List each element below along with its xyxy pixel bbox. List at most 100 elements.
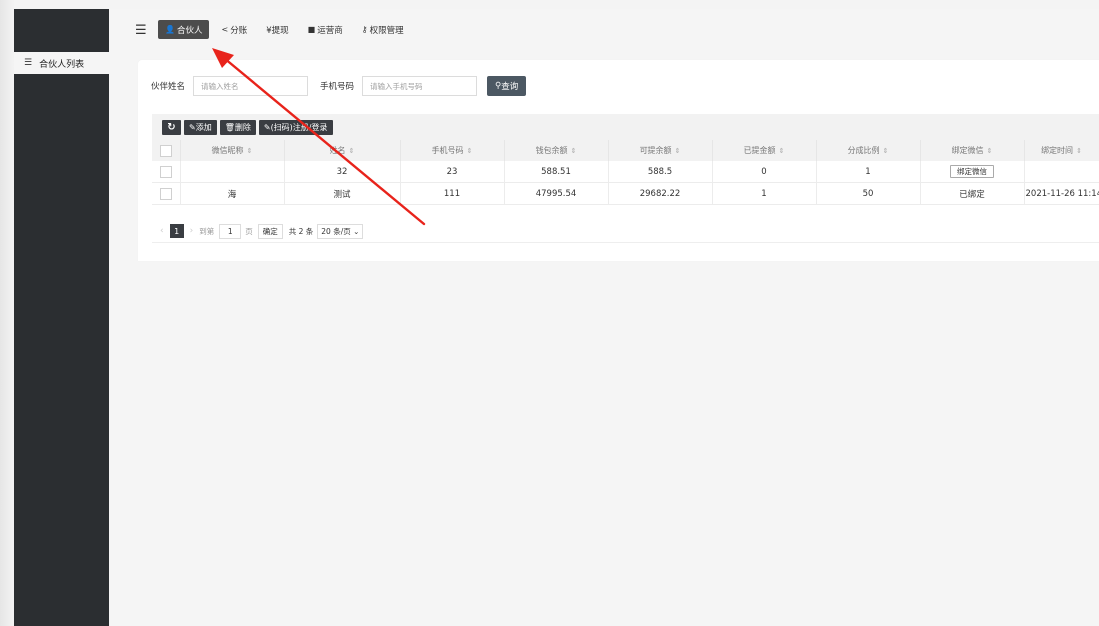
column-header[interactable]: 绑定微信 ⇕ — [920, 140, 1025, 161]
sort-icon: ⇕ — [246, 147, 253, 155]
column-header[interactable]: 分成比例 ⇕ — [816, 140, 921, 161]
cell-nickname — [180, 161, 285, 183]
phone-search-input[interactable]: 请输入手机号码 — [362, 76, 478, 96]
sidebar-item-label: 合伙人列表 — [39, 59, 85, 70]
add-button[interactable]: ✎ 添加 — [184, 120, 217, 135]
tab-permissions[interactable]: ⚷ 权限管理 — [355, 20, 411, 39]
column-header[interactable]: 可提余额 ⇕ — [608, 140, 713, 161]
top-nav-tabs: 👤 合伙人 < 分账 ¥提现 ■ 运营商 ⚷ 权限管理 — [158, 20, 416, 39]
sort-icon: ⇕ — [674, 147, 681, 155]
square-icon: ■ — [307, 25, 316, 34]
tab-split[interactable]: < 分账 — [214, 20, 254, 39]
sidebar-logo-area — [14, 9, 109, 52]
column-header[interactable]: 姓名 ⇕ — [284, 140, 401, 161]
user-icon: 👤 — [165, 25, 175, 34]
query-button-label: 查询 — [501, 82, 519, 92]
total-count: 共 2 条 — [288, 226, 314, 236]
tab-operator[interactable]: ■ 运营商 — [301, 20, 350, 39]
tab-label: ¥提现 — [266, 25, 289, 36]
page-number-input[interactable]: 1 — [219, 223, 242, 239]
bind-wechat-button[interactable]: 绑定微信 — [950, 165, 994, 178]
sort-icon: ⇕ — [778, 147, 785, 155]
pencil-icon: ✎ — [189, 123, 196, 132]
pagination: ‹ 1 › 到第 1 页 确定 共 2 条 20 条/页 ⌄ — [152, 220, 1099, 243]
sort-icon: ⇕ — [986, 147, 993, 155]
sort-icon: ⇕ — [570, 147, 577, 155]
cell-phone: 111 — [400, 182, 505, 205]
window-top-edge — [14, 0, 1099, 9]
pencil-icon: ✎ — [263, 123, 271, 132]
column-header[interactable]: 已提金额 ⇕ — [712, 140, 817, 161]
page-size-select[interactable]: 20 条/页 ⌄ — [317, 223, 364, 239]
tab-partner[interactable]: 👤 合伙人 — [158, 20, 210, 39]
query-button[interactable]: ⚲ 查询 — [487, 76, 527, 96]
partner-table: 微信昵称 ⇕ 姓名 ⇕ 手机号码 ⇕ 钱包余额 ⇕ 可提余额 ⇕ 已提金额 ⇕ 分成比例 ⇕ … — [152, 140, 1099, 205]
cell-time — [1024, 161, 1099, 183]
cell-withdrawn: 0 — [712, 161, 817, 183]
refresh-icon: ↻ — [167, 122, 176, 133]
tab-label: 权限管理 — [369, 25, 404, 36]
row-checkbox[interactable] — [152, 161, 181, 183]
add-label: 添加 — [195, 123, 212, 132]
cell-phone: 23 — [400, 161, 505, 183]
row-checkbox[interactable] — [152, 182, 181, 205]
tab-label: 运营商 — [317, 25, 343, 36]
cell-withdrawable: 588.5 — [608, 161, 713, 183]
cell-withdrawn: 1 — [712, 182, 817, 205]
tab-label: 分账 — [230, 25, 248, 36]
menu-toggle-icon[interactable]: ☰ — [135, 24, 147, 37]
sort-icon: ⇕ — [882, 147, 889, 155]
trash-icon: 🗑 — [224, 123, 235, 132]
cell-wechat: 绑定微信 — [920, 161, 1025, 183]
cell-ratio: 1 — [816, 161, 921, 183]
table-row[interactable]: 海 测试 111 47995.54 29682.22 1 50 已绑定 2021… — [152, 182, 1099, 205]
cell-wallet: 588.51 — [504, 161, 609, 183]
list-icon: ☰ — [24, 58, 33, 68]
table-header-row: 微信昵称 ⇕ 姓名 ⇕ 手机号码 ⇕ 钱包余额 ⇕ 可提余额 ⇕ 已提金额 ⇕ 分成比例 ⇕ … — [152, 140, 1099, 161]
table-toolbar: ↻ ✎ 添加 🗑 删除 ✎ (扫码)注册/登录 — [152, 114, 1099, 140]
scan-register-button[interactable]: ✎ (扫码)注册/登录 — [258, 120, 333, 135]
cell-nickname: 海 — [180, 182, 285, 205]
next-page-icon[interactable]: › — [190, 226, 194, 236]
cell-withdrawable: 29682.22 — [608, 182, 713, 205]
search-form: 伙伴姓名 请输入姓名 手机号码 请输入手机号码 ⚲ 查询 — [151, 76, 527, 96]
key-icon: ⚷ — [361, 25, 368, 34]
content-card: 伙伴姓名 请输入姓名 手机号码 请输入手机号码 ⚲ 查询 ↻ ✎ 添加 🗑 删除… — [138, 60, 1099, 261]
page-unit: 页 — [245, 226, 253, 236]
sidebar: ☰ 合伙人列表 — [14, 9, 109, 626]
refresh-button[interactable]: ↻ — [162, 120, 181, 135]
delete-button[interactable]: 🗑 删除 — [219, 120, 256, 135]
name-label: 伙伴姓名 — [151, 82, 186, 92]
cell-name: 32 — [284, 161, 401, 183]
column-header[interactable]: 钱包余额 ⇕ — [504, 140, 609, 161]
goto-label: 到第 — [199, 226, 215, 236]
chevron-down-icon: ⌄ — [350, 226, 360, 236]
phone-label: 手机号码 — [320, 82, 355, 92]
goto-confirm-button[interactable]: 确定 — [257, 223, 283, 239]
cell-name: 测试 — [284, 182, 401, 205]
cell-wechat: 已绑定 — [920, 182, 1025, 205]
current-page[interactable]: 1 — [169, 224, 184, 238]
sort-icon: ⇕ — [466, 147, 473, 155]
delete-label: 删除 — [234, 123, 251, 132]
page-size-value: 20 条/页 — [321, 226, 351, 236]
cell-wallet: 47995.54 — [504, 182, 609, 205]
tab-withdraw[interactable]: ¥提现 — [259, 20, 295, 39]
column-header[interactable]: 微信昵称 ⇕ — [180, 140, 285, 161]
name-search-input[interactable]: 请输入姓名 — [193, 76, 309, 96]
top-navbar: ☰ 👤 合伙人 < 分账 ¥提现 ■ 运营商 ⚷ 权限管理 — [109, 9, 1099, 52]
window-edge — [0, 0, 14, 626]
tab-label: 合伙人 — [176, 25, 203, 36]
table-row[interactable]: 32 23 588.51 588.5 0 1 绑定微信 — [152, 161, 1099, 183]
sidebar-item-partner-list[interactable]: ☰ 合伙人列表 — [14, 52, 109, 74]
sort-icon: ⇕ — [1076, 147, 1082, 155]
column-header[interactable]: 绑定时间 ⇕ — [1024, 140, 1099, 161]
scan-label: (扫码)注册/登录 — [270, 123, 328, 132]
share-icon: < — [221, 25, 229, 34]
select-all-checkbox[interactable] — [152, 140, 181, 161]
column-header[interactable]: 手机号码 ⇕ — [400, 140, 505, 161]
sort-icon: ⇕ — [348, 147, 355, 155]
prev-page-icon[interactable]: ‹ — [160, 226, 164, 236]
cell-time: 2021-11-26 11:14 — [1024, 182, 1099, 205]
cell-ratio: 50 — [816, 182, 921, 205]
